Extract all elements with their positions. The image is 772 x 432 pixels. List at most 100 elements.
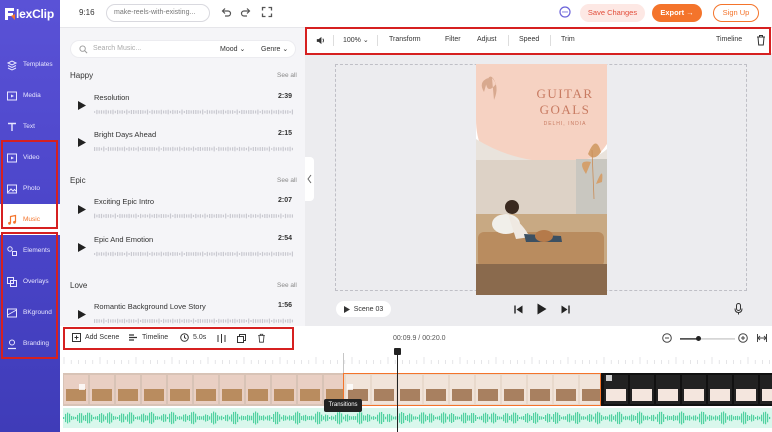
- genre-dropdown[interactable]: Genre ⌄: [261, 45, 288, 53]
- transitions-tooltip: Transitions: [324, 399, 362, 412]
- track-item[interactable]: Exciting Epic Intro 2:07: [70, 197, 296, 231]
- play-icon[interactable]: [78, 310, 86, 319]
- collapse-panel-button[interactable]: [305, 157, 314, 201]
- music-panel: Search Music... Mood ⌄ Genre ⌄ Happy See…: [60, 28, 305, 326]
- track-name: Epic And Emotion: [94, 235, 154, 244]
- sidebar-item-media[interactable]: Media: [0, 80, 60, 111]
- video-track[interactable]: [63, 373, 772, 406]
- aspect-ratio-label[interactable]: 9:16: [79, 8, 95, 17]
- track-name: Bright Days Ahead: [94, 130, 157, 139]
- sidebar-item-music[interactable]: Music: [0, 204, 60, 235]
- sidebar-item-background[interactable]: BKground: [0, 297, 60, 328]
- sidebar-item-label: Music: [23, 216, 40, 223]
- track-item[interactable]: Romantic Background Love Story 1:56: [70, 302, 296, 326]
- divider: [550, 35, 551, 46]
- fullscreen-icon[interactable]: [261, 6, 273, 18]
- track-duration: 2:15: [277, 130, 292, 137]
- section-title-happy: Happy: [70, 71, 94, 80]
- track-name: Romantic Background Love Story: [94, 302, 206, 311]
- trash-icon[interactable]: [756, 34, 766, 46]
- add-scene-button[interactable]: Add Scene: [72, 333, 119, 342]
- search-input[interactable]: Search Music...: [93, 45, 141, 52]
- volume-icon[interactable]: [315, 35, 326, 46]
- zoom-slider[interactable]: [680, 337, 735, 341]
- filter-button[interactable]: Filter: [445, 36, 461, 43]
- zoom-out-icon[interactable]: [662, 333, 672, 343]
- timeline-button[interactable]: Timeline: [716, 36, 742, 43]
- top-bar: 9:16 make-reels-with-existing... Save Ch…: [60, 0, 772, 28]
- edit-toolbar: 100% ⌄ Transform Filter Adjust Speed Tri…: [305, 28, 772, 53]
- play-icon[interactable]: [78, 205, 86, 214]
- zoom-in-icon[interactable]: [738, 333, 748, 343]
- templates-icon: [6, 59, 18, 71]
- undo-icon[interactable]: [220, 6, 232, 18]
- sidebar-item-text[interactable]: Text: [0, 111, 60, 142]
- scene-duration-button[interactable]: 5.0s: [180, 333, 206, 342]
- divider: [508, 35, 509, 46]
- timeline-ruler: [63, 357, 770, 364]
- microphone-icon[interactable]: [734, 303, 743, 315]
- waveform: [94, 318, 293, 324]
- track-name: Resolution: [94, 93, 130, 102]
- sign-up-button[interactable]: Sign Up: [713, 4, 759, 22]
- media-icon: [7, 91, 17, 100]
- redo-icon[interactable]: [240, 6, 252, 18]
- mood-label: Mood: [220, 46, 238, 53]
- save-changes-button[interactable]: Save Changes: [580, 4, 645, 22]
- playhead[interactable]: [397, 349, 398, 432]
- track-name: Exciting Epic Intro: [94, 197, 155, 206]
- play-icon[interactable]: [78, 243, 86, 252]
- sidebar-item-branding[interactable]: Branding: [0, 328, 60, 359]
- play-icon[interactable]: [537, 303, 547, 315]
- video-preview[interactable]: GUITAR GOALS DELHI, INDIA: [476, 64, 607, 295]
- timeline-label: Timeline: [142, 334, 169, 341]
- sidebar-item-label: Photo: [23, 185, 40, 192]
- track-item[interactable]: Bright Days Ahead 2:15: [70, 130, 296, 164]
- logo-text: lexClip: [16, 7, 54, 21]
- scene-label: Scene 03: [353, 305, 384, 313]
- scene-duration: 5.0s: [193, 334, 207, 341]
- next-icon[interactable]: [561, 305, 570, 314]
- see-all-link[interactable]: See all: [277, 72, 297, 79]
- transform-button[interactable]: Transform: [389, 36, 421, 43]
- volume-dropdown[interactable]: 100% ⌄: [343, 36, 369, 44]
- mood-dropdown[interactable]: Mood ⌄: [220, 45, 245, 53]
- track-item[interactable]: Resolution 2:39: [70, 93, 296, 127]
- export-button[interactable]: Export →: [652, 4, 702, 22]
- adjust-button[interactable]: Adjust: [477, 36, 496, 43]
- trim-button[interactable]: Trim: [561, 36, 575, 43]
- scene-toolbar: Add Scene Timeline 5.0s: [60, 326, 305, 350]
- timeline-toggle-button[interactable]: Timeline: [128, 333, 168, 342]
- elements-icon: [7, 245, 17, 256]
- photo-icon: [7, 184, 17, 193]
- background-icon: [7, 308, 17, 317]
- see-all-link[interactable]: See all: [277, 282, 297, 289]
- sidebar-item-templates[interactable]: Templates: [0, 49, 60, 80]
- track-item[interactable]: Epic And Emotion 2:54: [70, 235, 296, 269]
- speed-button[interactable]: Speed: [519, 36, 539, 43]
- see-all-link[interactable]: See all: [277, 177, 297, 184]
- flexclip-logo[interactable]: lexClip: [5, 7, 54, 21]
- playhead-handle[interactable]: [394, 348, 401, 355]
- search-bar[interactable]: Search Music... Mood ⌄ Genre ⌄: [70, 40, 296, 58]
- sidebar-item-elements[interactable]: Elements: [0, 235, 60, 266]
- sidebar-item-video[interactable]: Video: [0, 142, 60, 173]
- scene-selector-button[interactable]: Scene 03: [336, 301, 391, 317]
- play-icon[interactable]: [78, 138, 86, 147]
- previous-icon[interactable]: [514, 305, 523, 314]
- delete-scene-icon[interactable]: [257, 333, 266, 343]
- sidebar-item-photo[interactable]: Photo: [0, 173, 60, 204]
- sidebar-item-label: Templates: [23, 61, 53, 68]
- play-small-icon: [343, 305, 350, 313]
- project-name-input[interactable]: make-reels-with-existing...: [106, 4, 210, 22]
- split-icon[interactable]: [217, 334, 226, 343]
- fit-timeline-icon[interactable]: [757, 333, 767, 343]
- duplicate-icon[interactable]: [237, 334, 246, 343]
- zoom-slider-handle[interactable]: [695, 336, 701, 341]
- sidebar-item-label: Overlays: [23, 278, 49, 285]
- chat-icon[interactable]: [559, 6, 571, 18]
- audio-track[interactable]: [63, 408, 772, 428]
- sidebar-item-overlays[interactable]: Overlays: [0, 266, 60, 297]
- divider: [377, 35, 378, 46]
- play-icon[interactable]: [78, 101, 86, 110]
